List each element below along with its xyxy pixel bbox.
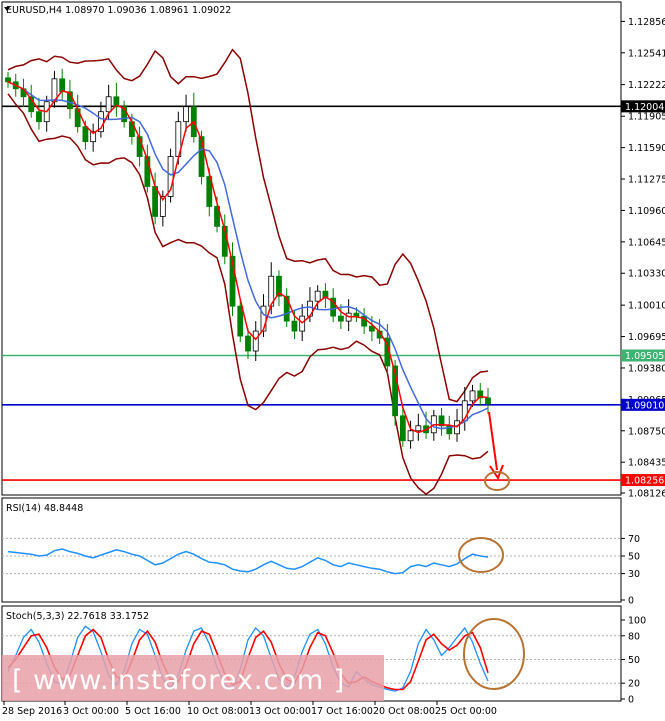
fast-ma-line bbox=[7, 81, 489, 434]
candle-body bbox=[353, 312, 360, 317]
price-tick-label: 1.09695 bbox=[628, 332, 665, 343]
chart-canvas: EURUSD,H4 1.08970 1.09036 1.08961 1.0902… bbox=[1, 1, 665, 717]
stoch-tick-label: 0 bbox=[628, 695, 634, 706]
stoch-tick-label: 20 bbox=[628, 679, 640, 690]
candle-body bbox=[407, 430, 414, 442]
price-tick-label: 1.12222 bbox=[628, 80, 665, 91]
time-tick-label: 20 Oct 08:00 bbox=[373, 706, 435, 717]
candle-body bbox=[314, 290, 321, 302]
candle-body bbox=[237, 305, 244, 337]
stoch-tick-label: 50 bbox=[628, 655, 640, 666]
rsi-circle bbox=[458, 537, 504, 573]
rsi-indicator: 70 50 30 0 bbox=[2, 534, 640, 607]
rsi-tick-label: 50 bbox=[628, 552, 640, 563]
candle-body bbox=[291, 320, 298, 332]
candle-body bbox=[469, 390, 476, 402]
time-tick-label: 28 Sep 2016 bbox=[2, 706, 62, 717]
price-tick-label: 1.10645 bbox=[628, 237, 665, 248]
stoch-tick-label: 80 bbox=[628, 631, 640, 642]
price-tick-label: 1.10960 bbox=[628, 206, 665, 217]
candlesticks bbox=[5, 68, 491, 449]
rsi-panel-frame bbox=[1, 497, 622, 603]
level-3-label: 1.09010 bbox=[625, 400, 664, 411]
candle-body bbox=[252, 330, 259, 352]
time-tick-label: 13 Oct 00:00 bbox=[249, 706, 311, 717]
candle-body bbox=[338, 315, 344, 322]
price-tick-label: 1.12541 bbox=[628, 48, 665, 59]
candle-body bbox=[485, 397, 491, 405]
candle-body bbox=[82, 126, 89, 143]
rsi-tick-label: 30 bbox=[628, 569, 640, 580]
time-tick-label: 10 Oct 08:00 bbox=[187, 706, 249, 717]
candle-body bbox=[105, 96, 112, 113]
stoch-circle bbox=[463, 618, 525, 690]
stoch-label: Stoch(5,3,3) 22.7618 33.1752 bbox=[6, 611, 149, 622]
candle-body bbox=[415, 425, 422, 432]
price-tick-label: 1.08126 bbox=[628, 489, 665, 500]
candle-body bbox=[283, 295, 290, 322]
chart-header: EURUSD,H4 1.08970 1.09036 1.08961 1.0902… bbox=[6, 5, 231, 16]
time-tick-label: 25 Oct 00:00 bbox=[435, 706, 497, 717]
level-2-label: 1.09505 bbox=[625, 351, 664, 362]
candle-body bbox=[59, 78, 66, 93]
price-tick-label: 1.11590 bbox=[628, 143, 665, 154]
price-tick-label: 1.08435 bbox=[628, 458, 665, 469]
price-axis: 1.12856 1.12541 1.12222 1.11905 1.11590 1.112… bbox=[621, 17, 665, 500]
forecast-arrow-line bbox=[488, 411, 498, 471]
price-tick-label: 1.12856 bbox=[628, 17, 665, 28]
price-tick-label: 1.08750 bbox=[628, 426, 665, 437]
time-axis: 28 Sep 2016 3 Oct 00:00 5 Oct 16:00 10 Oct … bbox=[2, 701, 497, 717]
candle-body bbox=[36, 111, 42, 123]
candle-body bbox=[183, 106, 189, 123]
lower-band bbox=[7, 93, 489, 496]
price-tick-label: 1.11275 bbox=[628, 175, 665, 186]
rsi-tick-label: 0 bbox=[628, 596, 634, 607]
candle-body bbox=[399, 415, 406, 442]
moving-averages bbox=[7, 81, 489, 434]
price-tick-label: 1.11905 bbox=[628, 112, 665, 123]
candle-body bbox=[245, 335, 251, 352]
level-1-label: 1.12004 bbox=[625, 102, 664, 113]
price-tick-label: 1.10010 bbox=[628, 301, 665, 312]
time-tick-label: 17 Oct 16:00 bbox=[311, 706, 373, 717]
watermark-text: [ www.instaforex.com ] bbox=[12, 665, 345, 696]
rsi-label: RSI(14) 48.8448 bbox=[6, 503, 83, 514]
rsi-line bbox=[7, 548, 489, 575]
price-tick-label: 1.10330 bbox=[628, 269, 665, 280]
time-tick-label: 3 Oct 00:00 bbox=[63, 706, 119, 717]
price-tick-label: 1.09380 bbox=[628, 363, 665, 374]
stoch-tick-label: 100 bbox=[628, 616, 646, 627]
rsi-tick-label: 70 bbox=[628, 534, 640, 545]
slow-ma-line bbox=[7, 81, 489, 430]
time-tick-label: 5 Oct 16:00 bbox=[125, 706, 181, 717]
candle-body bbox=[5, 77, 11, 83]
level-4-label: 1.08256 bbox=[625, 476, 664, 487]
price-panel-frame bbox=[1, 1, 622, 496]
